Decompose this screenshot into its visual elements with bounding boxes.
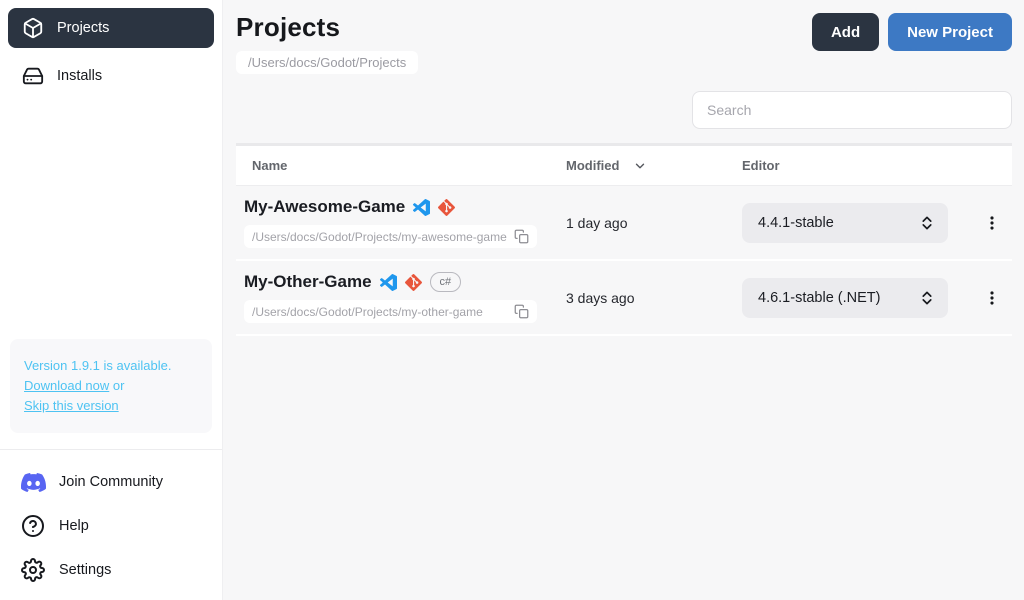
select-chevrons-icon [918, 289, 936, 307]
modified-value: 1 day ago [566, 215, 742, 231]
gear-icon [20, 557, 46, 583]
header-actions: Add New Project [812, 13, 1012, 51]
sidebar-footer: Join Community Help Settings [0, 456, 222, 600]
add-button[interactable]: Add [812, 13, 879, 51]
editor-version-select[interactable]: 4.6.1-stable (.NET) [742, 278, 948, 318]
skip-version-link[interactable]: Skip this version [24, 398, 119, 413]
main-content: Projects /Users/docs/Godot/Projects Add … [223, 0, 1024, 600]
csharp-badge: c# [430, 272, 462, 292]
search-input[interactable] [692, 91, 1012, 129]
project-name-cell: My-Other-Game c# /Users/docs/Godot/Proje… [236, 272, 566, 323]
project-name: My-Other-Game [244, 272, 372, 292]
download-now-link[interactable]: Download now [24, 378, 109, 393]
chevron-down-icon [633, 159, 647, 173]
help-button[interactable]: Help [0, 504, 222, 548]
footer-item-label: Settings [59, 562, 111, 578]
new-project-button[interactable]: New Project [888, 13, 1012, 51]
update-or-text: or [109, 378, 124, 393]
footer-item-label: Help [59, 518, 89, 534]
sidebar-divider [0, 449, 222, 450]
box-icon [22, 17, 44, 39]
page-header: Projects /Users/docs/Godot/Projects Add … [236, 0, 1012, 74]
project-path: /Users/docs/Godot/Projects/my-awesome-ga… [252, 230, 508, 244]
copy-icon[interactable] [514, 304, 529, 319]
projects-table: Name Modified Editor My-Awesome-Game [236, 146, 1012, 336]
project-path: /Users/docs/Godot/Projects/my-other-game [252, 305, 508, 319]
row-menu-button[interactable] [979, 285, 1005, 311]
app-window: Projects Installs Version 1.9.1 is avail… [0, 0, 1024, 600]
search-row [236, 91, 1012, 129]
column-header-modified[interactable]: Modified [566, 158, 742, 173]
sidebar: Projects Installs Version 1.9.1 is avail… [0, 0, 223, 600]
editor-cell: 4.4.1-stable [742, 203, 1012, 243]
project-row[interactable]: My-Awesome-Game /Users/docs/Godot/Projec… [236, 186, 1012, 261]
vscode-icon[interactable] [380, 274, 397, 291]
column-header-label: Modified [566, 158, 619, 173]
update-notice: Version 1.9.1 is available. Download now… [10, 339, 212, 433]
editor-version-label: 4.4.1-stable [758, 215, 918, 231]
editor-cell: 4.6.1-stable (.NET) [742, 278, 1012, 318]
settings-button[interactable]: Settings [0, 548, 222, 592]
help-circle-icon [20, 513, 46, 539]
project-path-pill: /Users/docs/Godot/Projects/my-awesome-ga… [244, 225, 537, 248]
column-header-name[interactable]: Name [236, 158, 566, 173]
copy-icon[interactable] [514, 229, 529, 244]
git-icon[interactable] [405, 274, 422, 291]
row-menu-button[interactable] [979, 210, 1005, 236]
editor-version-select[interactable]: 4.4.1-stable [742, 203, 948, 243]
sidebar-item-installs[interactable]: Installs [8, 56, 214, 96]
select-chevrons-icon [918, 214, 936, 232]
column-header-editor[interactable]: Editor [742, 158, 1012, 173]
breadcrumb: /Users/docs/Godot/Projects [236, 51, 418, 74]
sidebar-spacer [0, 104, 222, 329]
git-icon[interactable] [438, 199, 455, 216]
join-community-button[interactable]: Join Community [0, 460, 222, 504]
project-name: My-Awesome-Game [244, 197, 405, 217]
editor-version-label: 4.6.1-stable (.NET) [758, 290, 918, 306]
project-path-pill: /Users/docs/Godot/Projects/my-other-game [244, 300, 537, 323]
vscode-icon[interactable] [413, 199, 430, 216]
discord-icon [20, 469, 46, 495]
footer-item-label: Join Community [59, 474, 163, 490]
hard-drive-icon [22, 65, 44, 87]
update-message: Version 1.9.1 is available. [24, 358, 171, 373]
project-row[interactable]: My-Other-Game c# /Users/docs/Godot/Proje… [236, 261, 1012, 336]
table-header: Name Modified Editor [236, 146, 1012, 186]
sidebar-item-label: Projects [57, 20, 109, 36]
sidebar-nav: Projects Installs [0, 0, 222, 104]
sidebar-item-label: Installs [57, 68, 102, 84]
sidebar-item-projects[interactable]: Projects [8, 8, 214, 48]
project-name-cell: My-Awesome-Game /Users/docs/Godot/Projec… [236, 197, 566, 248]
modified-value: 3 days ago [566, 290, 742, 306]
